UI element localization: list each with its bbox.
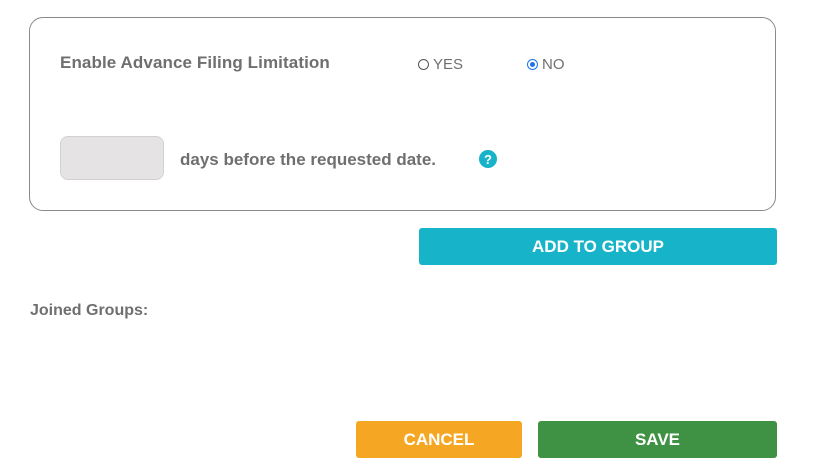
days-input[interactable] (60, 136, 164, 180)
save-button[interactable]: SAVE (538, 421, 777, 458)
help-icon[interactable]: ? (479, 150, 497, 168)
radio-no-circle[interactable] (527, 59, 538, 70)
radio-yes[interactable]: YES (418, 56, 463, 73)
days-label: days before the requested date. (180, 150, 437, 169)
advance-filing-label: Enable Advance Filing Limitation (60, 53, 330, 72)
radio-no[interactable]: NO (527, 56, 565, 73)
cancel-button[interactable]: CANCEL (356, 421, 522, 458)
radio-yes-label[interactable]: YES (433, 56, 463, 73)
add-to-group-button[interactable]: ADD TO GROUP (419, 228, 777, 265)
radio-no-label[interactable]: NO (542, 56, 565, 73)
advance-filing-panel (29, 17, 776, 211)
joined-groups-label: Joined Groups: (30, 302, 149, 319)
radio-yes-circle[interactable] (418, 59, 429, 70)
